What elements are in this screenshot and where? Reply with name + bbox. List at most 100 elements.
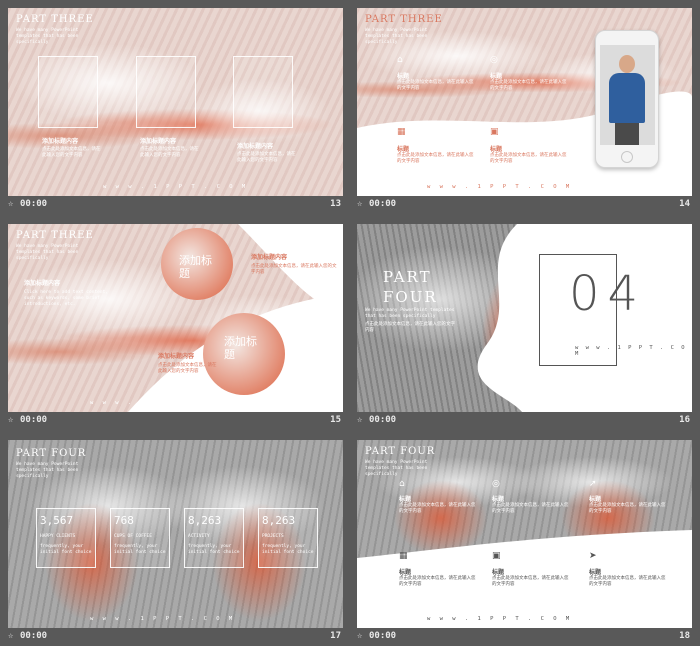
feature-text: 点击此处添加文本信息，请在此输入您的文字内容 <box>490 80 567 91</box>
image-frame <box>136 56 196 128</box>
stat-text: frequently, your initial font choice <box>114 544 166 555</box>
image-icon: ▣ <box>490 127 499 137</box>
slide-number: 15 <box>330 415 341 425</box>
part-title: PART THREE <box>16 14 94 25</box>
star-icon: ☆ <box>357 631 363 641</box>
stat-label: HAPPY CLIENTS <box>40 534 76 539</box>
person-head <box>619 55 635 73</box>
feature-title: 标题 <box>397 146 410 153</box>
status-bar: ☆ 00:00 17 <box>8 631 343 644</box>
star-icon: ☆ <box>8 415 14 425</box>
big-number: 04 <box>569 266 647 322</box>
status-bar: ☆ 00:00 16 <box>357 415 692 428</box>
status-bar: ☆ 00:00 14 <box>357 199 692 212</box>
part-title: PART FOUR <box>16 448 87 459</box>
caption: 添加标题内容 <box>140 138 177 145</box>
subtitle: We have many PowerPoint templates that h… <box>16 28 79 45</box>
right-heading: 添加标题内容 <box>158 353 195 360</box>
feature-title: 标题 <box>492 569 505 576</box>
feature-text: 点击此处添加文本信息，请在此输入您的文字内容 <box>397 80 474 91</box>
phone-mockup <box>595 30 659 168</box>
caption: 添加标题内容 <box>237 143 274 150</box>
stat-value: 8,263 <box>262 514 296 527</box>
status-bar: ☆ 00:00 18 <box>357 631 692 644</box>
home-icon: ⌂ <box>397 55 403 65</box>
time: 00:00 <box>369 631 397 641</box>
stat-label: CUPS OF COFFEE <box>114 534 152 539</box>
site-url: w w w . 1 P P T . C O M <box>575 345 687 357</box>
status-bar: ☆ 00:00 15 <box>8 415 343 428</box>
site-url: w w w . 1 P P T . C O M <box>90 616 236 622</box>
subtitle: We have many PowerPoint templates that h… <box>365 460 428 477</box>
part-title: PART THREE <box>365 14 443 25</box>
star-icon: ☆ <box>357 199 363 209</box>
slide-number: 14 <box>679 199 690 209</box>
calendar-icon: ▦ <box>399 551 408 561</box>
part-line-2: FOUR <box>383 288 438 306</box>
right-body: 点击此处添加文本信息，请在此输入您的文字内容 <box>251 264 337 275</box>
feature-title: 标题 <box>492 496 505 503</box>
feature-title: 标题 <box>589 569 602 576</box>
slide-number: 18 <box>679 631 690 641</box>
time: 00:00 <box>369 415 397 425</box>
feature-title: 标题 <box>589 496 602 503</box>
left-body: Click here to add text content, such as … <box>24 290 108 307</box>
feature-title: 标题 <box>399 496 412 503</box>
stat-text: frequently, your initial font choice <box>188 544 240 555</box>
slide-15[interactable]: PART THREE We have many PowerPoint templ… <box>8 224 343 412</box>
home-icon: ⌂ <box>399 479 405 489</box>
stat-label: ACTIVITY <box>188 534 210 539</box>
caption: 添加标题内容 <box>42 138 79 145</box>
feature-text: 点击此处添加文本信息，请在此输入您的文字内容 <box>490 153 567 164</box>
time: 00:00 <box>20 415 48 425</box>
feature-text: 点击此处添加文本信息，请在此输入您的文字内容 <box>399 503 476 514</box>
feature-title: 标题 <box>490 146 503 153</box>
star-icon: ☆ <box>8 631 14 641</box>
image-frame <box>38 56 98 128</box>
feature-text: 点击此处添加文本信息，请在此输入您的文字内容 <box>397 153 474 164</box>
left-heading: 添加标题内容 <box>24 280 61 287</box>
globe-icon: ◎ <box>490 55 498 65</box>
site-url: w w w . 1 P P T . C O M <box>90 400 236 406</box>
feature-text: 点击此处添加文本信息，请在此输入您的文字内容 <box>589 503 666 514</box>
caption-text: 点击此处添加文本信息，请在此输入您的文字内容 <box>237 152 296 163</box>
right-heading: 添加标题内容 <box>251 254 288 261</box>
caption-text: 点击此处添加文本信息，请在此输入您的文字内容 <box>140 147 199 158</box>
slide-14[interactable]: PART THREE We have many PowerPoint templ… <box>357 8 692 196</box>
status-bar: ☆ 00:00 13 <box>8 199 343 212</box>
subtitle: We have many PowerPoint templates that h… <box>365 308 455 319</box>
time: 00:00 <box>20 199 48 209</box>
feature-text: 点击此处添加文本信息，请在此输入您的文字内容 <box>492 576 569 587</box>
caption-text: 点击此处添加文本信息，请在此输入您的文字内容 <box>42 147 101 158</box>
slide-17[interactable]: PART FOUR We have many PowerPoint templa… <box>8 440 343 628</box>
calendar-icon: ▦ <box>397 127 406 137</box>
stat-text: frequently, your initial font choice <box>262 544 314 555</box>
site-url: w w w . 1 P P T . C O M <box>427 184 573 190</box>
part-line-1: PART <box>383 268 432 286</box>
image-icon: ▣ <box>492 551 501 561</box>
feature-text: 点击此处添加文本信息，请在此输入您的文字内容 <box>589 576 666 587</box>
right-body: 点击此处添加文本信息，请在此输入您的文字内容 <box>158 363 217 374</box>
circle-title-1: 添加标题 <box>179 254 212 280</box>
circle-title-2: 添加标题 <box>224 335 257 361</box>
stat-label: PROJECTS <box>262 534 284 539</box>
slide-18[interactable]: PART FOUR We have many PowerPoint templa… <box>357 440 692 628</box>
person-body <box>609 73 645 123</box>
phone-screen <box>600 45 655 145</box>
home-button <box>621 151 633 163</box>
star-icon: ☆ <box>357 415 363 425</box>
slide-13[interactable]: PART THREE We have many PowerPoint templ… <box>8 8 343 196</box>
stat-text: frequently, your initial font choice <box>40 544 92 555</box>
slide-16[interactable]: PART FOUR We have many PowerPoint templa… <box>357 224 692 412</box>
stat-value: 3,567 <box>40 514 74 527</box>
globe-icon: ◎ <box>492 479 500 489</box>
star-icon: ☆ <box>8 199 14 209</box>
subtitle: We have many PowerPoint templates that h… <box>16 244 79 261</box>
site-url: w w w . 1 P P T . C O M <box>103 184 249 190</box>
rocket-icon: ➚ <box>589 479 597 489</box>
part-title: PART FOUR <box>365 446 436 457</box>
feature-title: 标题 <box>397 73 410 80</box>
part-title: PART THREE <box>16 230 94 241</box>
subtitle: We have many PowerPoint templates that h… <box>16 462 79 479</box>
site-url: w w w . 1 P P T . C O M <box>427 616 573 622</box>
